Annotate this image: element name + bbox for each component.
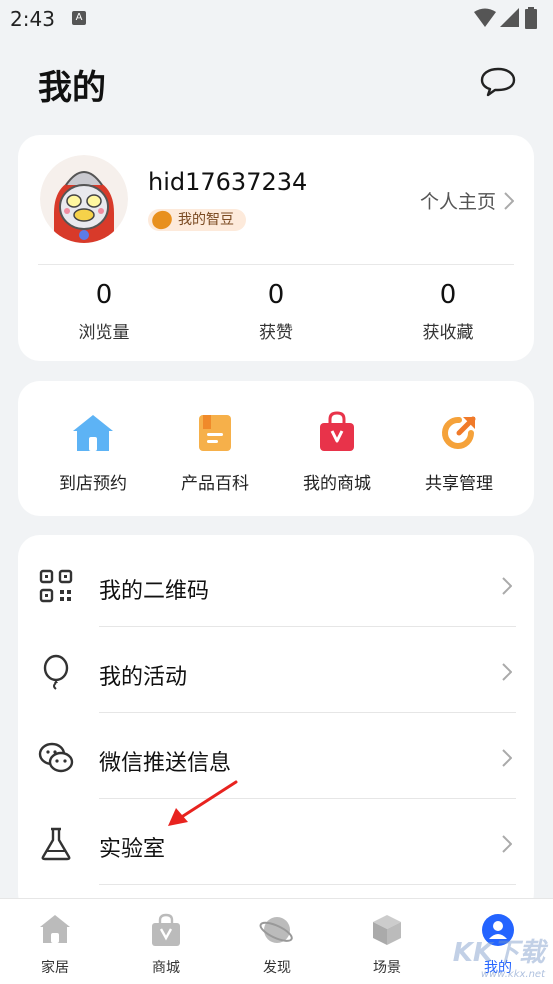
bean-icon — [149, 207, 175, 233]
cube-icon — [373, 915, 401, 945]
watermark-text: KK下载 — [452, 938, 545, 968]
menu-label: 实验室 — [99, 837, 166, 862]
chevron-right-icon — [502, 749, 512, 767]
qr-code-icon — [39, 569, 73, 603]
balloon-icon — [43, 654, 69, 690]
homepage-label: 个人主页 — [419, 191, 496, 213]
planet-icon — [259, 917, 293, 943]
battery-icon — [525, 7, 537, 29]
quick-share-management[interactable]: 共享管理 — [404, 411, 514, 494]
home-icon — [40, 915, 70, 943]
share-icon — [442, 416, 476, 449]
profile-card: hid17637234 我的智豆 个人主页 0 浏览量 0 获赞 0 获收藏 — [18, 135, 534, 361]
shopping-bag-icon — [320, 411, 354, 451]
quick-label: 产品百科 — [181, 474, 249, 494]
quick-label: 到店预约 — [59, 474, 127, 494]
divider — [38, 264, 514, 265]
signal-icon — [500, 8, 519, 27]
status-time: 2:43 — [10, 7, 55, 31]
stat-value: 0 — [95, 280, 113, 310]
stat-label: 浏览量 — [78, 323, 130, 343]
bag-icon — [152, 913, 180, 946]
menu-item-lab[interactable]: 实验室 — [18, 799, 534, 885]
watermark-url: www.kkx.net — [480, 969, 545, 980]
page-title: 我的 — [38, 68, 106, 108]
menu-item-qr-code[interactable]: 我的二维码 — [18, 541, 534, 627]
quick-actions-card: 到店预约 产品百科 我的商城 共享管理 — [18, 381, 534, 516]
stat-label: 获赞 — [259, 323, 293, 343]
wifi-icon — [474, 8, 496, 27]
chevron-right-icon — [504, 191, 514, 210]
tab-mall[interactable]: 商城 — [126, 913, 206, 977]
quick-store-booking[interactable]: 到店预约 — [38, 411, 148, 494]
chevron-right-icon — [502, 835, 512, 853]
avatar[interactable] — [40, 155, 128, 243]
divider — [99, 884, 516, 885]
tab-label: 发现 — [263, 960, 291, 976]
quick-product-wiki[interactable]: 产品百科 — [160, 411, 270, 494]
homepage-link[interactable]: 个人主页 — [420, 187, 514, 214]
tab-label: 场景 — [373, 960, 401, 976]
menu-label: 我的二维码 — [99, 579, 210, 604]
tab-home[interactable]: 家居 — [15, 913, 95, 977]
stat-value: 0 — [267, 280, 285, 310]
status-bar: 2:43 A — [0, 0, 553, 36]
bottom-tab-bar: 家居 商城 发现 场景 我的 KK下载 www.kkx.net — [0, 898, 553, 984]
quick-label: 我的商城 — [303, 474, 371, 494]
stat-views[interactable]: 0 浏览量 — [44, 280, 164, 343]
menu-card: 我的二维码 我的活动 微信推送信息 实验室 — [18, 535, 534, 915]
message-bubble-icon[interactable] — [480, 66, 516, 98]
tab-discover[interactable]: 发现 — [237, 913, 317, 977]
tab-label: 商城 — [152, 960, 180, 976]
stat-label: 获收藏 — [422, 323, 474, 343]
tab-scenes[interactable]: 场景 — [347, 913, 427, 977]
stat-favorites[interactable]: 0 获收藏 — [388, 280, 508, 343]
stat-likes[interactable]: 0 获赞 — [216, 280, 336, 343]
store-house-icon — [73, 415, 113, 451]
menu-label: 微信推送信息 — [99, 751, 232, 776]
menu-item-wechat-push[interactable]: 微信推送信息 — [18, 713, 534, 799]
menu-label: 我的活动 — [99, 665, 188, 690]
flask-icon — [41, 827, 71, 861]
menu-item-my-activities[interactable]: 我的活动 — [18, 627, 534, 713]
badge-label: 我的智豆 — [178, 212, 234, 228]
quick-my-mall[interactable]: 我的商城 — [282, 411, 392, 494]
wechat-icon — [38, 742, 74, 773]
book-icon — [199, 415, 231, 451]
tab-label: 家居 — [41, 960, 69, 976]
watermark: KK下载 www.kkx.net — [453, 932, 545, 980]
notification-icon: A — [72, 11, 86, 25]
chevron-right-icon — [502, 663, 512, 681]
stat-value: 0 — [439, 280, 457, 310]
annotation-arrow — [168, 780, 238, 826]
username: hid17637234 — [148, 168, 308, 196]
zhidou-badge[interactable]: 我的智豆 — [148, 207, 246, 233]
quick-label: 共享管理 — [425, 474, 493, 494]
chevron-right-icon — [502, 577, 512, 595]
